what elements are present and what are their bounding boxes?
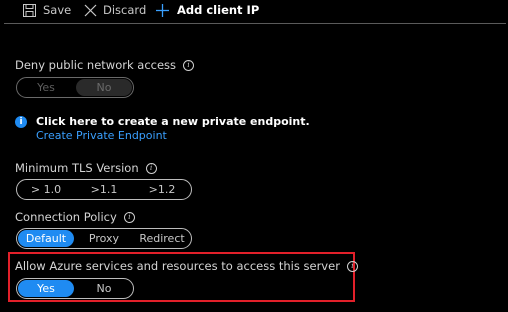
close-icon bbox=[84, 4, 97, 17]
save-icon bbox=[23, 3, 36, 17]
connection-policy-toggle[interactable]: Default Proxy Redirect bbox=[16, 228, 192, 249]
deny-public-access-no[interactable]: No bbox=[76, 79, 132, 96]
toolbar-divider bbox=[4, 23, 506, 24]
info-filled-icon: i bbox=[15, 116, 27, 128]
allow-azure-toggle[interactable]: Yes No bbox=[16, 278, 134, 299]
connection-policy-proxy[interactable]: Proxy bbox=[76, 230, 132, 247]
allow-azure-text: Allow Azure services and resources to ac… bbox=[15, 259, 340, 273]
add-client-ip-label: Add client IP bbox=[177, 3, 260, 17]
info-icon[interactable]: i bbox=[123, 211, 135, 223]
private-endpoint-message: Click here to create a new private endpo… bbox=[36, 115, 310, 128]
min-tls-toggle[interactable]: > 1.0 >1.1 >1.2 bbox=[16, 179, 192, 200]
tls-option-1-1[interactable]: >1.1 bbox=[76, 181, 132, 198]
save-button[interactable]: Save bbox=[23, 3, 71, 17]
connection-policy-default[interactable]: Default bbox=[18, 230, 74, 247]
connection-policy-label: Connection Policy i bbox=[15, 210, 135, 224]
command-bar: Save Discard Add client IP bbox=[0, 0, 508, 23]
add-client-ip-button[interactable]: Add client IP bbox=[156, 3, 259, 17]
save-label: Save bbox=[43, 3, 72, 17]
connection-policy-redirect[interactable]: Redirect bbox=[134, 230, 190, 247]
discard-button[interactable]: Discard bbox=[84, 3, 146, 17]
connection-policy-text: Connection Policy bbox=[15, 210, 117, 224]
allow-azure-no[interactable]: No bbox=[76, 280, 132, 297]
info-icon[interactable]: i bbox=[183, 59, 195, 71]
tls-option-1-2[interactable]: >1.2 bbox=[134, 181, 190, 198]
discard-label: Discard bbox=[103, 3, 147, 17]
tls-option-1-0[interactable]: > 1.0 bbox=[18, 181, 74, 198]
deny-public-access-yes[interactable]: Yes bbox=[18, 79, 74, 96]
plus-icon bbox=[156, 3, 169, 17]
deny-public-access-label: Deny public network access i bbox=[15, 58, 195, 72]
deny-public-access-text: Deny public network access bbox=[15, 58, 177, 72]
info-icon[interactable]: i bbox=[346, 260, 358, 272]
create-private-endpoint-link[interactable]: Create Private Endpoint bbox=[36, 129, 167, 142]
info-icon[interactable]: i bbox=[145, 162, 157, 174]
min-tls-label: Minimum TLS Version i bbox=[15, 161, 157, 175]
deny-public-access-toggle[interactable]: Yes No bbox=[16, 77, 134, 98]
allow-azure-yes[interactable]: Yes bbox=[18, 280, 74, 297]
min-tls-text: Minimum TLS Version bbox=[15, 161, 139, 175]
allow-azure-label: Allow Azure services and resources to ac… bbox=[15, 259, 358, 273]
